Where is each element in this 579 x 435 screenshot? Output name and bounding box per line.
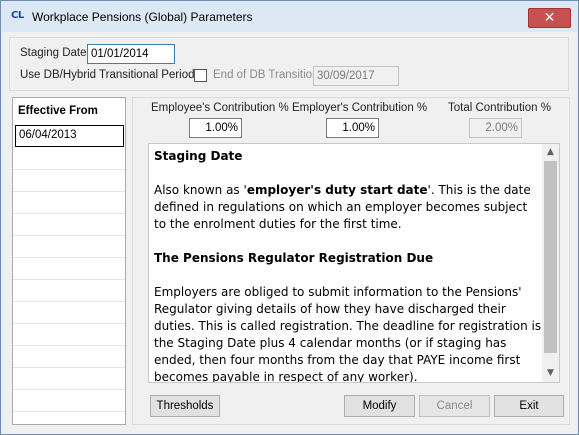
thresholds-button[interactable]: Thresholds	[150, 395, 220, 417]
contributions-panel: Employee's Contribution % 1.00% Employer…	[132, 97, 570, 425]
employee-contribution-input[interactable]: 1.00%	[189, 118, 242, 138]
end-db-transition-label: End of DB Transition	[213, 69, 319, 81]
close-button[interactable]: ✕	[528, 8, 571, 28]
staging-date-label: Staging Date	[20, 47, 87, 59]
total-contribution-label: Total Contribution %	[448, 102, 551, 114]
employee-contribution-label: Employee's Contribution %	[151, 102, 289, 114]
help-text-prefix: Also known as '	[154, 183, 247, 197]
window-title: Workplace Pensions (Global) Parameters	[32, 10, 253, 24]
employer-contribution-label: Employer's Contribution %	[292, 102, 428, 114]
transitional-period-checkbox[interactable]	[194, 69, 207, 82]
list-row[interactable]	[13, 280, 125, 302]
dialog-body: Staging Date 01/01/2014 Use DB/Hybrid Tr…	[5, 32, 574, 431]
help-scrollbar[interactable]: ▲ ▼	[542, 144, 559, 382]
total-contribution-input: 2.00%	[469, 118, 522, 138]
scrollbar-thumb[interactable]	[544, 161, 557, 353]
scroll-up-icon[interactable]: ▲	[542, 144, 559, 161]
list-row[interactable]	[13, 192, 125, 214]
cancel-button[interactable]: Cancel	[419, 395, 490, 417]
modify-button[interactable]: Modify	[344, 395, 415, 417]
title-bar[interactable]: CL Workplace Pensions (Global) Parameter…	[1, 1, 578, 32]
effective-from-list: Effective From 06/04/2013	[12, 97, 126, 425]
list-row[interactable]	[13, 236, 125, 258]
list-row[interactable]	[13, 170, 125, 192]
list-row[interactable]	[13, 214, 125, 236]
list-row[interactable]	[13, 390, 125, 412]
staging-group: Staging Date 01/01/2014 Use DB/Hybrid Tr…	[9, 37, 569, 91]
list-row[interactable]	[13, 148, 125, 170]
list-row[interactable]	[13, 346, 125, 368]
list-row[interactable]	[13, 258, 125, 280]
help-paragraph-staging: Also known as 'employer's duty start dat…	[154, 182, 542, 233]
list-row[interactable]	[13, 302, 125, 324]
help-text-panel[interactable]: Staging Date Also known as 'employer's d…	[148, 143, 560, 383]
help-content: Staging Date Also known as 'employer's d…	[154, 144, 542, 383]
effective-from-header: Effective From	[18, 105, 98, 117]
list-row[interactable]	[13, 324, 125, 346]
employer-contribution-input[interactable]: 1.00%	[326, 118, 379, 138]
help-heading-registration: The Pensions Regulator Registration Due	[154, 251, 434, 265]
list-row[interactable]	[13, 368, 125, 390]
transitional-period-label: Use DB/Hybrid Transitional Period?	[20, 69, 201, 81]
pension-parameters-window: CL Workplace Pensions (Global) Parameter…	[0, 0, 579, 435]
exit-button[interactable]: Exit	[494, 395, 564, 417]
help-heading-staging-date: Staging Date	[154, 149, 243, 163]
end-db-transition-input[interactable]: 30/09/2017	[313, 66, 399, 86]
app-logo-icon: CL	[11, 10, 24, 21]
staging-date-input[interactable]: 01/01/2014	[87, 44, 175, 64]
help-paragraph-registration: Employers are obliged to submit informat…	[154, 285, 542, 383]
effective-from-date-cell[interactable]: 06/04/2013	[15, 125, 124, 147]
help-text-emphasis: employer's duty start date	[246, 183, 428, 197]
scroll-down-icon[interactable]: ▼	[542, 365, 559, 382]
